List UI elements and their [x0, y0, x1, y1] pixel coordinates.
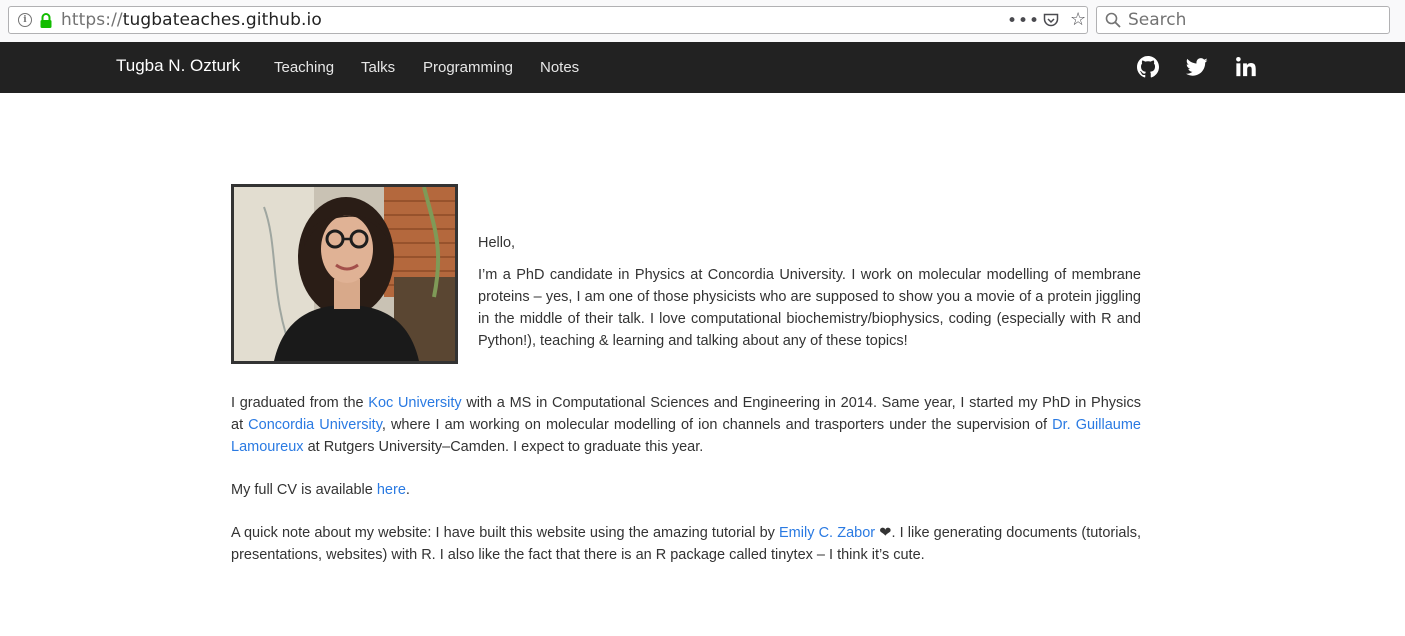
- url-protocol: https://: [61, 10, 123, 30]
- cv-link[interactable]: here: [377, 482, 406, 498]
- info-icon[interactable]: i: [18, 13, 32, 27]
- nav-link-talks[interactable]: Talks: [361, 59, 395, 76]
- url-bar[interactable]: i https://tugbateaches.github.io ••• ☆: [8, 6, 1088, 34]
- twitter-icon[interactable]: [1186, 56, 1208, 78]
- pocket-icon[interactable]: [1043, 13, 1059, 28]
- browser-toolbar: i https://tugbateaches.github.io ••• ☆ S…: [0, 0, 1405, 43]
- greeting: Hello,: [478, 235, 516, 251]
- nav-link-programming[interactable]: Programming: [423, 59, 513, 76]
- bookmark-star-icon[interactable]: ☆: [1070, 9, 1086, 30]
- page-actions-icon[interactable]: •••: [1007, 11, 1040, 31]
- search-bar[interactable]: Search: [1096, 6, 1390, 34]
- concordia-university-link[interactable]: Concordia University: [248, 417, 382, 433]
- education-text-3: , where I am working on molecular modell…: [381, 417, 1053, 433]
- github-icon[interactable]: [1137, 56, 1159, 78]
- cv-text-1: My full CV is available: [231, 482, 377, 498]
- education-text-1: I graduated from the: [231, 395, 369, 411]
- cv-paragraph: My full CV is available here.: [231, 479, 1141, 501]
- url-text[interactable]: https://tugbateaches.github.io: [61, 10, 322, 30]
- education-paragraph: I graduated from the Koc University with…: [231, 392, 1141, 458]
- koc-university-link[interactable]: Koc University: [368, 395, 461, 411]
- site-navbar: Tugba N. Ozturk Teaching Talks Programmi…: [0, 42, 1405, 93]
- website-note-text-1: A quick note about my website: I have bu…: [231, 525, 780, 541]
- profile-photo: [231, 184, 458, 364]
- cv-text-2: .: [405, 482, 410, 498]
- emily-zabor-link[interactable]: Emily C. Zabor: [779, 525, 875, 541]
- education-text-4: at Rutgers University–Camden. I expect t…: [303, 439, 704, 455]
- search-placeholder: Search: [1128, 10, 1187, 30]
- nav-link-notes[interactable]: Notes: [540, 59, 579, 76]
- linkedin-icon[interactable]: [1235, 56, 1257, 78]
- website-note-paragraph: A quick note about my website: I have bu…: [231, 522, 1141, 566]
- site-brand[interactable]: Tugba N. Ozturk: [116, 56, 240, 76]
- lock-icon[interactable]: [39, 13, 53, 29]
- intro-section: Hello, I’m a PhD candidate in Physics at…: [478, 232, 1141, 352]
- profile-photo-illustration: [234, 187, 455, 361]
- nav-link-teaching[interactable]: Teaching: [274, 59, 334, 76]
- heart-icon: ❤: [875, 525, 892, 541]
- main-content: I graduated from the Koc University with…: [231, 392, 1141, 566]
- search-icon: [1105, 12, 1121, 28]
- intro-paragraph: I’m a PhD candidate in Physics at Concor…: [478, 267, 1141, 349]
- url-host: tugbateaches.github.io: [122, 10, 322, 30]
